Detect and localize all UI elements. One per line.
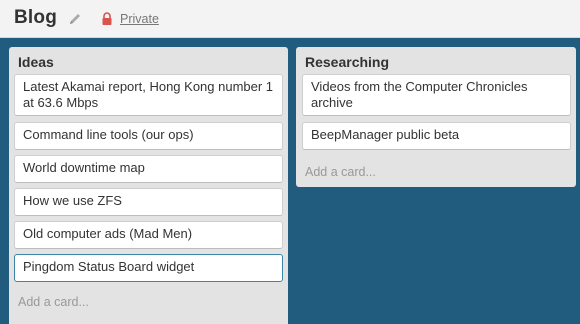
edit-icon[interactable]	[68, 12, 82, 26]
card[interactable]: Videos from the Computer Chronicles arch…	[302, 74, 571, 116]
list-title[interactable]: Researching	[305, 54, 389, 70]
privacy-toggle[interactable]: Private	[120, 12, 159, 26]
add-card-button[interactable]: Add a card...	[18, 295, 89, 309]
board-header: Blog Private	[0, 0, 580, 38]
card[interactable]: Latest Akamai report, Hong Kong number 1…	[14, 74, 283, 116]
add-card-button[interactable]: Add a card...	[305, 165, 376, 179]
list-researching: Researching Videos from the Computer Chr…	[296, 47, 576, 187]
board-title[interactable]: Blog	[14, 7, 57, 29]
list-ideas: Ideas Latest Akamai report, Hong Kong nu…	[9, 47, 288, 324]
lock-icon	[102, 12, 112, 25]
list-title[interactable]: Ideas	[18, 54, 54, 70]
card[interactable]: Old computer ads (Mad Men)	[14, 221, 283, 249]
card[interactable]: Pingdom Status Board widget	[14, 254, 283, 282]
card[interactable]: How we use ZFS	[14, 188, 283, 216]
card[interactable]: BeepManager public beta	[302, 122, 571, 150]
card[interactable]: Command line tools (our ops)	[14, 122, 283, 150]
card[interactable]: World downtime map	[14, 155, 283, 183]
